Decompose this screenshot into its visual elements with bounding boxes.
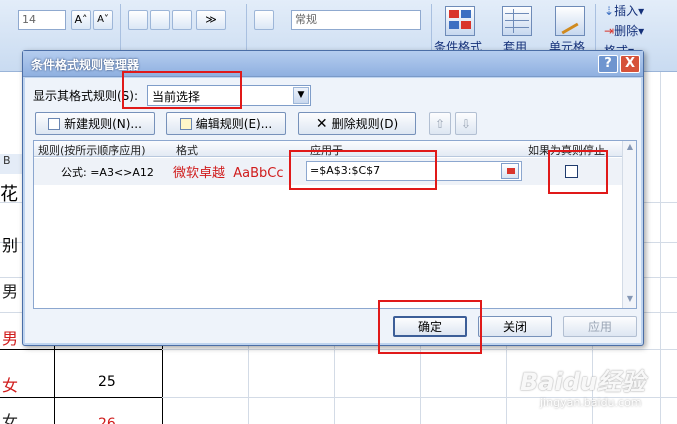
move-down-button[interactable]: ⇩ <box>455 112 477 135</box>
number-format-combo[interactable]: 常规 <box>291 10 421 30</box>
apply-label: 应用 <box>587 320 612 334</box>
number-format-value: 常规 <box>295 13 317 26</box>
chevron-down-icon[interactable]: ▼ <box>293 87 309 104</box>
conditional-format-rules-manager-dialog: 条件格式规则管理器 ? X 显示其格式规则(S): 当前选择 ▼ 新建规则(N)… <box>22 50 644 346</box>
highlight-box-ok <box>378 300 482 354</box>
edit-rule-icon <box>179 117 192 130</box>
move-up-button[interactable]: ⇧ <box>429 112 451 135</box>
delete-icon: ⇥ <box>604 24 615 38</box>
arrow-down-icon: ⇩ <box>460 116 472 131</box>
arrow-up-icon: ⇧ <box>434 116 446 131</box>
grid-line <box>0 349 162 350</box>
align-bottom-icon[interactable] <box>172 10 192 30</box>
insert-icon: ⇣ <box>604 4 615 18</box>
column-rule[interactable]: 规则(按所示顺序应用) <box>38 142 146 158</box>
cell-text: 别 <box>2 236 19 255</box>
shrink-font-icon[interactable]: A˅ <box>93 10 113 30</box>
format-as-table-icon[interactable] <box>502 6 532 36</box>
rules-list-scrollbar[interactable]: ▲ ▼ <box>622 141 636 308</box>
grid-line <box>660 72 661 424</box>
highlight-box-show-rules <box>122 71 242 109</box>
scroll-down-icon[interactable]: ▼ <box>624 294 636 306</box>
rule-formula: 公式: =A3<>A12 <box>61 166 154 179</box>
cell-value: 25 <box>98 374 116 390</box>
dialog-title-bar[interactable]: 条件格式规则管理器 ? X <box>23 51 643 77</box>
align-top-icon[interactable] <box>128 10 148 30</box>
chevron-down-icon: ▾ <box>638 4 645 18</box>
help-button[interactable]: ? <box>598 55 618 73</box>
cell-value: 26 <box>98 416 116 424</box>
font-size-combo[interactable]: 14 <box>18 10 66 30</box>
new-rule-button[interactable]: 新建规则(N)... <box>35 112 155 135</box>
column-format[interactable]: 格式 <box>176 142 198 158</box>
edit-rule-button[interactable]: 编辑规则(E)... <box>166 112 286 135</box>
format-preview: 微软卓越 AaBbCc <box>173 166 284 181</box>
delete-label: 删除 <box>614 24 639 38</box>
grow-font-icon[interactable]: A˄ <box>71 10 91 30</box>
cell-text: 男 <box>2 329 19 348</box>
new-rule-icon <box>48 117 61 130</box>
dialog-body: 显示其格式规则(S): 当前选择 ▼ 新建规则(N)... 编辑规则(E)...… <box>25 78 641 343</box>
close-button[interactable]: 关闭 <box>478 316 552 337</box>
orientation-icon[interactable]: ≫ <box>196 10 226 30</box>
watermark-url: jingyan.baidu.com <box>540 396 642 409</box>
apply-button[interactable]: 应用 <box>563 316 637 337</box>
cell-style-icon[interactable] <box>555 6 585 36</box>
scroll-up-icon[interactable]: ▲ <box>624 142 636 154</box>
cell-text: 花 <box>0 184 18 205</box>
wrap-text-icon[interactable] <box>254 10 274 30</box>
align-middle-icon[interactable] <box>150 10 170 30</box>
range-picker-icon[interactable] <box>501 163 519 179</box>
insert-cells-button[interactable]: ⇣插入▾ <box>604 2 644 19</box>
delete-cells-button[interactable]: ⇥删除▾ <box>604 22 644 39</box>
chevron-down-icon: ▾ <box>638 24 645 38</box>
cell-text: 男 <box>2 282 19 301</box>
close-label: 关闭 <box>502 320 527 334</box>
cell-text: 女 <box>2 376 19 395</box>
edit-rule-label: 编辑规则(E)... <box>195 117 273 131</box>
column-header-b[interactable]: B <box>0 154 24 174</box>
delete-x-icon: ✕ <box>315 115 328 132</box>
baidu-watermark-logo: Baidu经验 <box>520 368 645 396</box>
insert-label: 插入 <box>614 4 639 18</box>
highlight-box-applies-to <box>289 150 437 190</box>
grid-line <box>0 397 162 398</box>
new-rule-label: 新建规则(N)... <box>64 117 142 131</box>
close-icon[interactable]: X <box>620 55 640 73</box>
cell-text: 女 <box>2 412 19 424</box>
conditional-format-icon[interactable] <box>445 6 475 36</box>
delete-rule-button[interactable]: ✕ 删除规则(D) <box>298 112 416 135</box>
highlight-box-stop-if-true <box>548 150 608 194</box>
font-size-value: 14 <box>22 13 36 26</box>
delete-rule-label: 删除规则(D) <box>331 117 399 131</box>
